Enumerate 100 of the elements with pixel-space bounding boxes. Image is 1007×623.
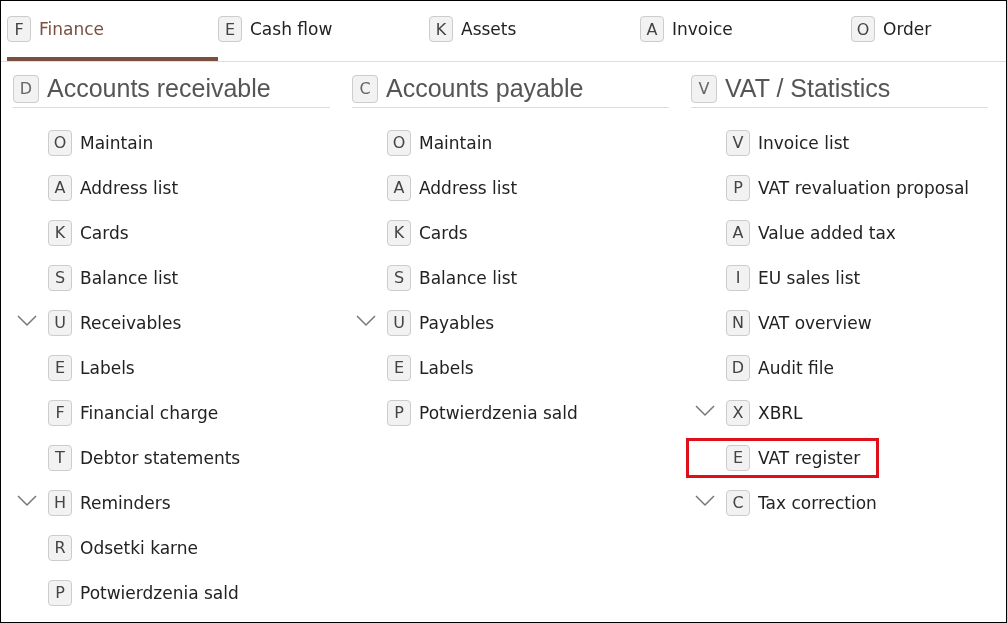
item-label: Maintain [80, 132, 154, 153]
shortcut-key: S [48, 264, 72, 291]
shortcut-key: A [387, 174, 411, 201]
shortcut-key: U [48, 309, 72, 336]
menu-item[interactable]: A Address list [45, 167, 198, 208]
menu-item[interactable]: N VAT overview [723, 302, 891, 343]
item-label: Value added tax [758, 222, 896, 243]
item-label: Address list [80, 177, 179, 198]
tab-label: Finance [39, 19, 105, 39]
item-label: Labels [419, 357, 474, 378]
shortcut-key: K [429, 16, 453, 42]
item-label: Potwierdzenia sald [80, 582, 239, 603]
section-title: Accounts receivable [47, 74, 271, 103]
item-label: Payables [419, 312, 495, 333]
chevron-down-icon[interactable] [695, 405, 715, 417]
menu-item[interactable]: X XBRL [723, 392, 822, 433]
item-label: VAT overview [758, 312, 872, 333]
menu-item[interactable]: R Odsetki karne [45, 527, 217, 568]
shortcut-key: C [726, 489, 750, 516]
shortcut-key: R [48, 534, 72, 561]
item-label: Tax correction [758, 492, 877, 513]
item-label: XBRL [758, 402, 803, 423]
chevron-down-icon[interactable] [695, 495, 715, 507]
shortcut-key: N [726, 309, 750, 336]
menu-item[interactable]: O Maintain [384, 122, 512, 163]
menu-item[interactable]: S Balance list [384, 257, 537, 298]
tab-label: Invoice [672, 19, 733, 39]
menu-item[interactable]: P VAT revaluation proposal [723, 167, 989, 208]
item-label: VAT revaluation proposal [758, 177, 970, 198]
item-label: Balance list [80, 267, 179, 288]
chevron-down-icon[interactable] [17, 495, 37, 507]
shortcut-key: E [218, 16, 242, 42]
menu-item[interactable]: S Balance list [45, 257, 198, 298]
shortcut-key: A [640, 16, 664, 42]
shortcut-key: F [48, 399, 72, 426]
shortcut-key: K [48, 219, 72, 246]
shortcut-key: A [48, 174, 72, 201]
chevron-down-icon[interactable] [356, 315, 376, 327]
menu-item[interactable]: U Receivables [45, 302, 201, 343]
menu-item[interactable]: T Debtor statements [45, 437, 260, 478]
menu-item[interactable]: D Audit file [723, 347, 853, 388]
item-label: Debtor statements [80, 447, 241, 468]
item-label: Address list [419, 177, 518, 198]
menu-item[interactable]: V Invoice list [723, 122, 869, 163]
item-label: Financial charge [80, 402, 219, 423]
menu-item[interactable]: K Cards [384, 212, 487, 253]
item-label: Cards [419, 222, 468, 243]
shortcut-key: H [48, 489, 72, 516]
item-label: Invoice list [758, 132, 850, 153]
menu-item[interactable]: C Tax correction [723, 482, 896, 523]
shortcut-key: V [726, 129, 750, 156]
menu-tab[interactable]: K Assets [429, 1, 640, 61]
menu-item[interactable]: H Reminders [45, 482, 190, 523]
menu-item[interactable]: P Potwierdzenia sald [45, 572, 258, 613]
shortcut-key: A [726, 219, 750, 246]
section-title: Accounts payable [386, 74, 584, 103]
menu-item[interactable]: E Labels [384, 347, 493, 388]
item-label: Cards [80, 222, 129, 243]
item-label: Labels [80, 357, 135, 378]
tab-label: Order [883, 19, 932, 39]
item-label: Audit file [758, 357, 834, 378]
shortcut-key: F [7, 16, 31, 42]
shortcut-key: O [851, 16, 875, 42]
shortcut-key: C [352, 74, 378, 103]
shortcut-key: D [726, 354, 750, 381]
menu-item[interactable]: K Cards [45, 212, 148, 253]
item-label: Balance list [419, 267, 518, 288]
shortcut-key: U [387, 309, 411, 336]
item-label: Reminders [80, 492, 171, 513]
item-label: Receivables [80, 312, 182, 333]
shortcut-key: O [48, 129, 72, 156]
tab-label: Cash flow [250, 19, 333, 39]
shortcut-key: E [387, 354, 411, 381]
section-title: VAT / Statistics [725, 74, 891, 103]
menu-item[interactable]: F Financial charge [45, 392, 238, 433]
menu-tab[interactable]: A Invoice [640, 1, 851, 61]
menu-tab[interactable]: F Finance [7, 1, 218, 61]
shortcut-key: P [48, 579, 72, 606]
shortcut-key: T [48, 444, 72, 471]
menu-tab[interactable]: O Order [851, 1, 991, 61]
item-label: Maintain [419, 132, 493, 153]
menu-item[interactable]: O Maintain [45, 122, 173, 163]
shortcut-key: E [726, 444, 750, 471]
menu-item[interactable]: A Address list [384, 167, 537, 208]
chevron-down-icon[interactable] [17, 315, 37, 327]
shortcut-key: P [726, 174, 750, 201]
tab-label: Assets [461, 19, 517, 39]
menu-item[interactable]: I EU sales list [723, 257, 880, 298]
shortcut-key: K [387, 219, 411, 246]
menu-tab[interactable]: E Cash flow [218, 1, 429, 61]
shortcut-key: E [48, 354, 72, 381]
menu-item[interactable]: E VAT register [686, 437, 880, 478]
menu-item[interactable]: P Potwierdzenia sald [384, 392, 597, 433]
shortcut-key: S [387, 264, 411, 291]
item-label: Odsetki karne [80, 537, 198, 558]
menu-item[interactable]: E Labels [45, 347, 154, 388]
menu-item[interactable]: A Value added tax [723, 212, 915, 253]
shortcut-key: I [726, 264, 750, 291]
menu-item[interactable]: U Payables [384, 302, 514, 343]
shortcut-key: O [387, 129, 411, 156]
